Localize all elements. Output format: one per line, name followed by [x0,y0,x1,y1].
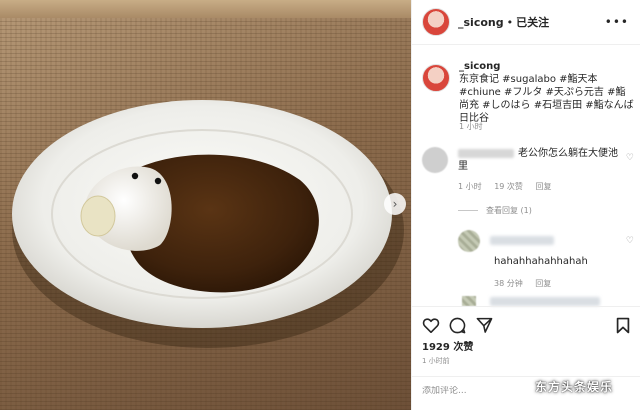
share-icon[interactable] [476,317,493,333]
post-side-panel: _sicong • 已关注 ••• _sicong 东京食记 #sugalabo… [411,0,640,410]
reply-button[interactable]: 回复 [535,279,551,288]
commenter-avatar[interactable] [422,147,448,173]
like-count[interactable]: 1929 次赞 [422,338,473,353]
blurred-username [458,148,514,158]
caption-avatar[interactable] [422,64,450,92]
post-header: _sicong • 已关注 ••• [412,0,640,45]
caption-text: 东京食记 #sugalabo #鮨天本 #chiune #フルタ #天ぷら元吉 … [459,74,634,124]
bookmark-icon[interactable] [616,317,630,334]
watermark-text: 东方头条娱乐 [535,380,614,394]
view-replies-button[interactable]: 查看回复 (1) [458,205,532,216]
more-horizontal-icon[interactable]: ••• [605,15,629,29]
comment-meta: 1 小时 19 次赞 回复 [458,181,561,192]
heart-icon[interactable]: ♡ [626,236,634,246]
reply-button[interactable]: 回复 [535,182,551,191]
post-photo[interactable]: › [0,0,411,410]
curry-plate-image [12,100,404,348]
post-time: 1 小时前 [422,357,450,365]
blurred-username [490,236,554,245]
comment-input[interactable] [422,386,542,396]
avatar[interactable] [422,8,450,36]
divider [458,210,478,211]
reply-meta: 38 分钟 回复 [494,278,561,289]
comment-likes[interactable]: 19 次赞 [494,182,523,191]
blurred-comment [490,297,600,306]
reply-text: hahahhahahhahah [494,256,588,267]
follow-status-button[interactable]: 已关注 [516,14,549,30]
reply-avatar[interactable] [458,230,480,252]
separator-dot: • [506,15,514,29]
view-replies-label: 查看回复 (1) [486,206,532,215]
caption-username[interactable]: _sicong [459,60,634,73]
heart-icon[interactable]: ♡ [626,153,634,163]
reply-avatar[interactable] [462,296,476,306]
comment-icon[interactable] [449,317,466,334]
caption-time: 1 小时 [459,122,483,131]
chevron-right-icon[interactable]: › [384,193,406,215]
comment-time: 1 小时 [458,182,482,191]
header-username[interactable]: _sicong [458,16,504,29]
reply-time: 38 分钟 [494,279,523,288]
caption: _sicong 东京食记 #sugalabo #鮨天本 #chiune #フルタ… [422,60,634,125]
heart-icon[interactable] [422,317,440,333]
